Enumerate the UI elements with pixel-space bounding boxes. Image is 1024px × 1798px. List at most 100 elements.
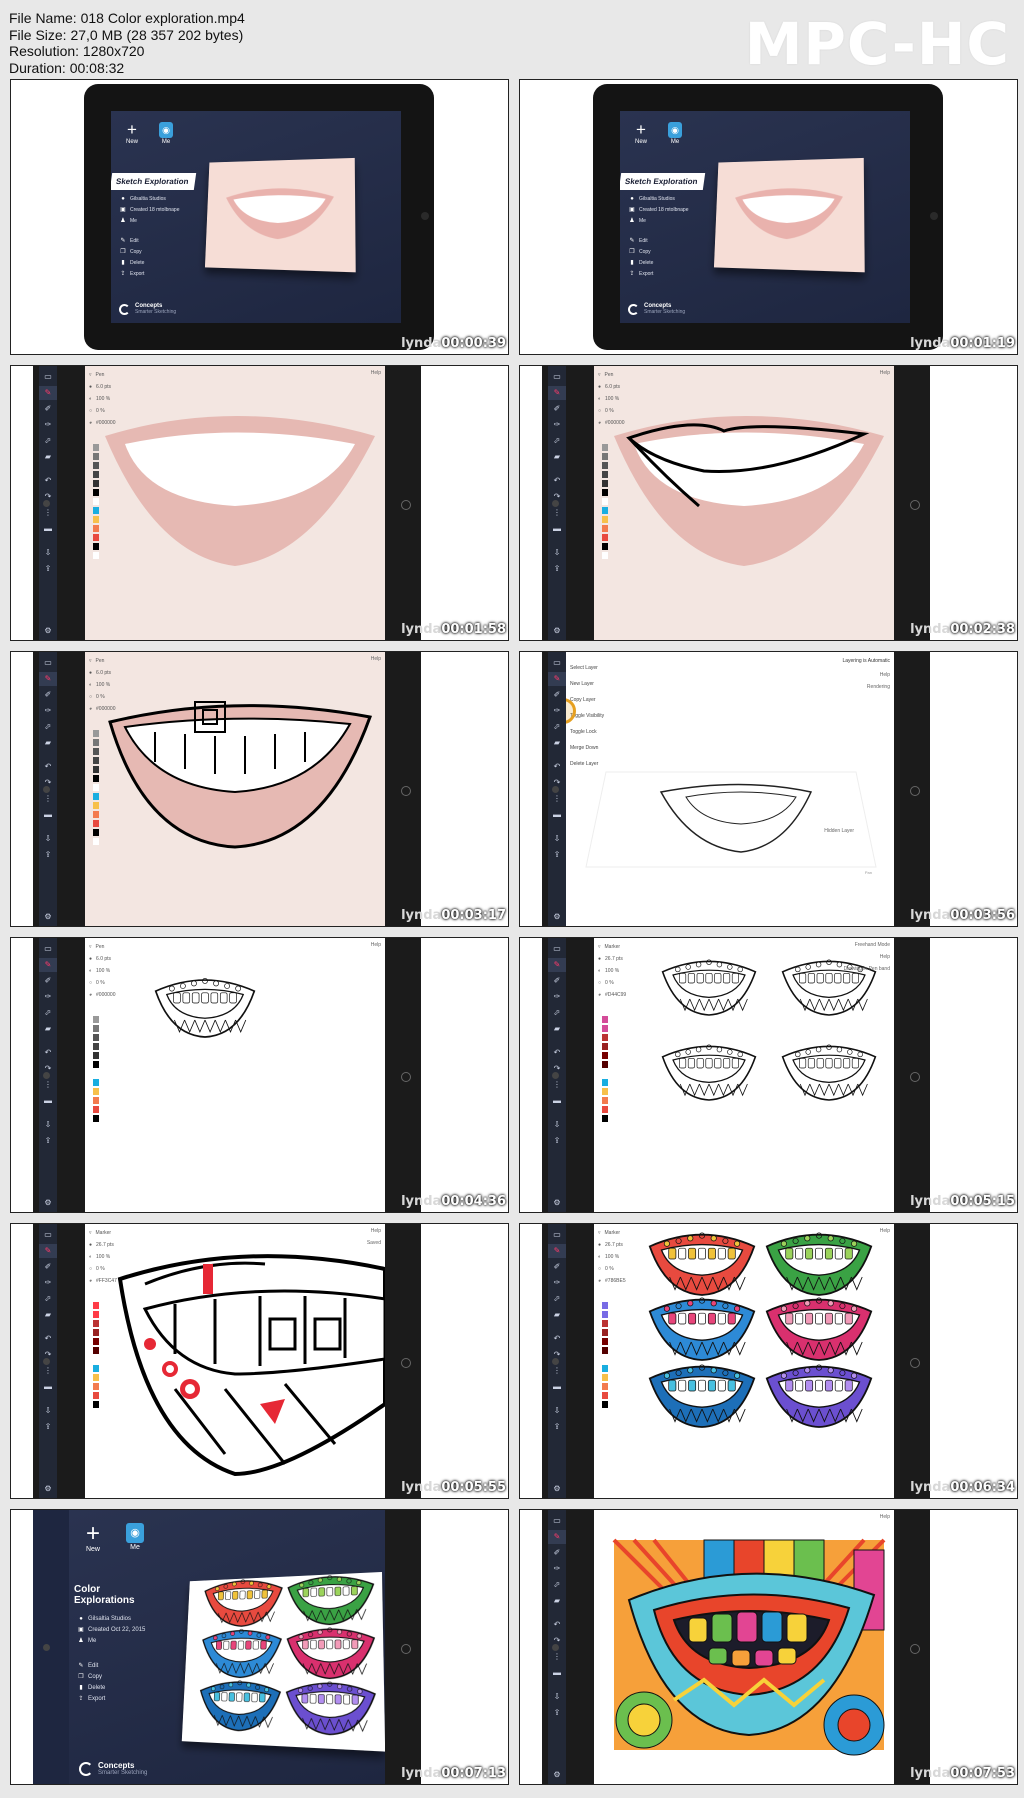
brush-icon[interactable]: ✑	[548, 418, 566, 432]
layers-icon[interactable]: ▭	[39, 656, 57, 670]
undo-icon[interactable]: ↶	[39, 474, 57, 488]
select-layer-item[interactable]: Select Layer	[570, 660, 604, 676]
help-link[interactable]: Help	[880, 1514, 890, 1520]
delete-action[interactable]: ▮ Delete	[78, 1684, 164, 1692]
export-icon[interactable]: ⇪	[548, 1420, 566, 1434]
color-option[interactable]: ◕ #D44C99	[598, 989, 668, 1001]
export-action[interactable]: ⇪ Export	[629, 270, 701, 278]
color-swatch[interactable]	[93, 552, 99, 559]
grid-icon[interactable]: ⋮	[548, 1364, 566, 1378]
copy-action[interactable]: ❐ Copy	[78, 1673, 164, 1681]
color-swatch[interactable]	[602, 489, 608, 496]
settings-icon[interactable]: ⚙	[39, 1196, 57, 1210]
color-swatch[interactable]	[93, 1356, 99, 1363]
color-swatch[interactable]	[93, 1124, 99, 1131]
thumbnail-4[interactable]: ▭ ✎ ✐ ✑ ⬀ ▰ ↶ ↷ ⋮ ▬ ⇩ ⇪ ⚙ ▿ Pen ● 6.0 pts ◐ 100 % ○ 0 % ◕ #00…	[519, 365, 1018, 641]
grid-icon[interactable]: ⋮	[548, 1078, 566, 1092]
export-action[interactable]: ⇪ Export	[120, 270, 192, 278]
drawing-canvas[interactable]: ▿ Marker ● 26.7 pts ◐ 100 % ○ 0 % ◕ #D44C99 Freeh…	[594, 938, 894, 1212]
delete-action[interactable]: ▮ Delete	[120, 259, 192, 267]
eraser-icon[interactable]: ▰	[548, 1308, 566, 1322]
thumbnail-2[interactable]: + New ◉ Me Sketch Exploration ● Gilsaltia S…	[519, 79, 1018, 355]
import-icon[interactable]: ⇩	[39, 832, 57, 846]
pencil-icon[interactable]: ✐	[39, 688, 57, 702]
opacity-option[interactable]: ◐ 100 %	[598, 393, 668, 405]
project-preview[interactable]	[713, 157, 865, 273]
layers-icon[interactable]: ▭	[548, 1514, 566, 1528]
color-swatch[interactable]	[93, 453, 99, 460]
drawing-canvas[interactable]: ▿ Pen ● 6.0 pts ◐ 100 % ○ 0 % ◕ #000000 Help	[85, 938, 385, 1212]
pencil-icon[interactable]: ✐	[39, 402, 57, 416]
eraser-icon[interactable]: ▰	[39, 1308, 57, 1322]
pencil-icon[interactable]: ✐	[39, 974, 57, 988]
filter-option[interactable]: ▿ Pen	[89, 655, 159, 667]
color-swatch[interactable]	[93, 1079, 99, 1086]
shape-icon[interactable]: ▬	[39, 1380, 57, 1394]
grid-icon[interactable]: ⋮	[39, 1364, 57, 1378]
shape-icon[interactable]: ▬	[39, 1094, 57, 1108]
undo-icon[interactable]: ↶	[39, 1046, 57, 1060]
undo-icon[interactable]: ↶	[548, 1046, 566, 1060]
color-swatch[interactable]	[93, 1302, 99, 1309]
import-icon[interactable]: ⇩	[548, 1404, 566, 1418]
color-swatch[interactable]	[602, 1374, 608, 1381]
smoothing-option[interactable]: ○ 0 %	[89, 405, 159, 417]
color-swatch[interactable]	[602, 453, 608, 460]
color-swatch[interactable]	[93, 525, 99, 532]
smoothing-option[interactable]: ○ 0 %	[89, 1263, 159, 1275]
brush-icon[interactable]: ✑	[548, 1562, 566, 1576]
import-icon[interactable]: ⇩	[548, 832, 566, 846]
new-button[interactable]: + New	[79, 1522, 107, 1554]
color-swatch[interactable]	[93, 775, 99, 782]
color-swatch[interactable]	[602, 1338, 608, 1345]
thumbnail-6[interactable]: ▭ ✎ ✐ ✑ ⬀ ▰ ↶ ↷ ⋮ ▬ ⇩ ⇪ ⚙ Select Layer New Layer Cop…	[519, 651, 1018, 927]
export-icon[interactable]: ⇪	[39, 1134, 57, 1148]
color-swatch[interactable]	[602, 1401, 608, 1408]
shape-icon[interactable]: ▬	[548, 522, 566, 536]
shape-icon[interactable]: ▬	[39, 522, 57, 536]
color-swatch[interactable]	[602, 1016, 608, 1023]
pen-icon[interactable]: ✎	[548, 1530, 566, 1544]
layers-icon[interactable]: ▭	[39, 942, 57, 956]
color-swatch[interactable]	[602, 1106, 608, 1113]
color-swatch[interactable]	[602, 1070, 608, 1077]
layers-icon[interactable]: ▭	[548, 656, 566, 670]
color-swatch[interactable]	[93, 462, 99, 469]
color-swatch[interactable]	[93, 1070, 99, 1077]
pencil-icon[interactable]: ✐	[39, 1260, 57, 1274]
settings-icon[interactable]: ⚙	[39, 910, 57, 924]
color-swatch[interactable]	[93, 1106, 99, 1113]
help-link[interactable]: Help	[880, 954, 890, 960]
import-icon[interactable]: ⇩	[548, 1118, 566, 1132]
drawing-canvas[interactable]: ▿ Pen ● 6.0 pts ◐ 100 % ○ 0 % ◕ #000000 Help	[85, 652, 385, 926]
color-swatch[interactable]	[602, 1097, 608, 1104]
color-swatch[interactable]	[602, 534, 608, 541]
brush-icon[interactable]: ✑	[548, 704, 566, 718]
help-link[interactable]: Help	[371, 942, 381, 948]
color-swatch[interactable]	[602, 1061, 608, 1068]
color-swatch[interactable]	[93, 1088, 99, 1095]
color-swatch[interactable]	[602, 516, 608, 523]
color-swatch[interactable]	[602, 543, 608, 550]
opacity-option[interactable]: ◐ 100 %	[89, 679, 159, 691]
grid-icon[interactable]: ⋮	[39, 506, 57, 520]
settings-icon[interactable]: ⚙	[39, 624, 57, 638]
select-icon[interactable]: ⬀	[548, 720, 566, 734]
export-icon[interactable]: ⇪	[548, 562, 566, 576]
pen-icon[interactable]: ✎	[39, 672, 57, 686]
drawing-canvas[interactable]: ▿ Pen ● 6.0 pts ◐ 100 % ○ 0 % ◕ #000000 Help	[594, 366, 894, 640]
export-icon[interactable]: ⇪	[548, 1134, 566, 1148]
settings-icon[interactable]: ⚙	[548, 910, 566, 924]
color-option[interactable]: ◕ #000000	[89, 989, 159, 1001]
color-swatch[interactable]	[602, 471, 608, 478]
drawing-canvas[interactable]: Select Layer New Layer Copy Layer Toggle…	[566, 652, 894, 926]
color-option[interactable]: ◕ #786BE5	[598, 1275, 668, 1287]
eraser-icon[interactable]: ▰	[548, 1594, 566, 1608]
size-option[interactable]: ● 6.0 pts	[89, 381, 159, 393]
color-swatch[interactable]	[93, 1061, 99, 1068]
layers-icon[interactable]: ▭	[548, 370, 566, 384]
color-swatch[interactable]	[602, 1392, 608, 1399]
smoothing-option[interactable]: ○ 0 %	[89, 691, 159, 703]
size-option[interactable]: ● 6.0 pts	[89, 667, 159, 679]
undo-icon[interactable]: ↶	[548, 1618, 566, 1632]
